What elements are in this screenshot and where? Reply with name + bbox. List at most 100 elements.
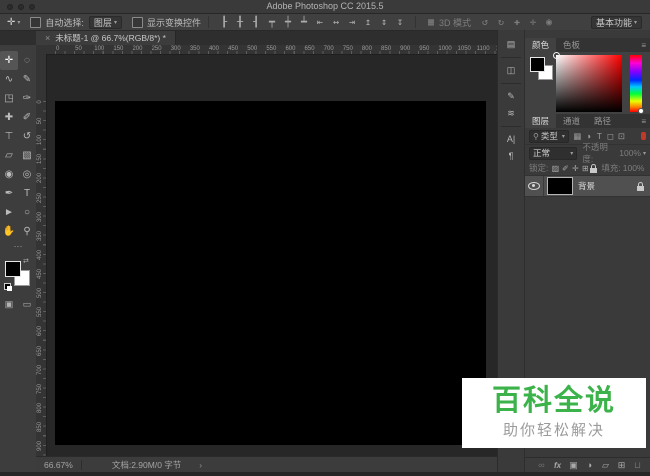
3d-rotate-icon[interactable]: ↺: [477, 17, 493, 28]
layer-row-background[interactable]: 背景: [525, 176, 650, 197]
filter-adjustment-layers-icon[interactable]: ◑: [583, 131, 594, 142]
distribute-right-icon[interactable]: ⇥: [344, 17, 360, 28]
move-tool[interactable]: ✛: [0, 51, 18, 70]
panel-menu-icon[interactable]: ≡: [641, 41, 646, 50]
tab-channels[interactable]: 通道: [556, 114, 587, 128]
tab-swatches[interactable]: 色板: [556, 38, 587, 52]
healing-brush-tool[interactable]: ✚: [0, 108, 18, 127]
shape-tool[interactable]: ○: [18, 203, 36, 222]
character-panel-button[interactable]: A|: [498, 131, 524, 148]
clone-stamp-tool[interactable]: ⊤: [0, 127, 18, 146]
blend-mode-dropdown[interactable]: 正常 ▾: [529, 146, 578, 160]
adjustment-layer-button[interactable]: ◑: [584, 460, 595, 470]
history-brush-tool[interactable]: ↺: [18, 127, 36, 146]
distribute-bottom-icon[interactable]: ↧: [392, 17, 408, 28]
brush-tool[interactable]: ✐: [18, 108, 36, 127]
layer-thumbnail[interactable]: [547, 177, 573, 195]
tab-paths[interactable]: 路径: [587, 114, 618, 128]
horizontal-ruler[interactable]: 0 50 100 150 200 250 300 350 400 450 500 550 600 650 7…: [36, 45, 509, 55]
dodge-tool[interactable]: ◎: [18, 165, 36, 184]
eraser-tool[interactable]: ▱: [0, 146, 18, 165]
type-tool[interactable]: T: [18, 184, 36, 203]
path-selection-tool[interactable]: ►: [0, 203, 18, 222]
hue-slider[interactable]: [630, 55, 644, 114]
lock-pixels-icon[interactable]: ✐: [560, 164, 570, 173]
properties-panel-button[interactable]: ≋: [498, 105, 524, 122]
panel-menu-icon[interactable]: ≡: [641, 117, 646, 126]
zoom-tool[interactable]: ⚲: [18, 222, 36, 241]
screen-mode-button[interactable]: ▭: [18, 297, 36, 311]
align-right-icon[interactable]: ┨: [248, 17, 264, 28]
status-options-chevron-icon[interactable]: ›: [199, 460, 202, 470]
distribute-center-h-icon[interactable]: ↔: [328, 17, 344, 28]
align-top-icon[interactable]: ┯: [264, 17, 280, 28]
zoom-window-button[interactable]: [29, 4, 35, 10]
zoom-level-field[interactable]: 66.67%: [36, 460, 81, 470]
vertical-ruler[interactable]: 0 50 100 150 200 250 300 350 400 450 500 550 600 650 7…: [36, 54, 47, 457]
default-colors-icon[interactable]: [4, 283, 12, 291]
saturation-brightness-field[interactable]: [553, 52, 622, 112]
delete-layer-button[interactable]: ⊔: [632, 460, 643, 471]
lock-position-icon[interactable]: ✛: [570, 164, 580, 173]
add-mask-button[interactable]: ▣: [568, 460, 579, 471]
color-field-marker[interactable]: [553, 52, 560, 59]
minimize-window-button[interactable]: [18, 4, 24, 10]
history-panel-button[interactable]: ▤: [498, 36, 524, 53]
filter-smart-objects-icon[interactable]: ⊡: [616, 131, 627, 142]
filter-type-layers-icon[interactable]: T: [594, 131, 605, 142]
marquee-tool[interactable]: ◌: [18, 51, 36, 70]
swap-colors-icon[interactable]: ⇄: [23, 257, 29, 265]
tab-color[interactable]: 颜色: [525, 38, 557, 52]
link-layers-button[interactable]: ∞: [536, 460, 547, 470]
filter-shape-layers-icon[interactable]: ◻: [605, 131, 616, 142]
opacity-value[interactable]: 100% ▾: [619, 148, 646, 158]
layer-filter-toggle[interactable]: [641, 132, 646, 140]
edit-toolbar-button[interactable]: ⋯: [0, 241, 36, 253]
new-layer-button[interactable]: ⊞: [616, 460, 627, 471]
layer-visibility-cell[interactable]: [525, 176, 544, 196]
distribute-left-icon[interactable]: ⇤: [312, 17, 328, 28]
foreground-color-swatch[interactable]: [530, 57, 545, 72]
3d-scale-icon[interactable]: ◉: [541, 17, 557, 28]
distribute-top-icon[interactable]: ↥: [360, 17, 376, 28]
pen-tool[interactable]: ✒: [0, 184, 18, 203]
show-transform-checkbox[interactable]: [131, 16, 143, 28]
align-center-h-icon[interactable]: ╂: [232, 17, 248, 28]
gradient-tool[interactable]: ▧: [18, 146, 36, 165]
auto-select-checkbox[interactable]: [30, 16, 42, 28]
distribute-center-v-icon[interactable]: ↕: [376, 17, 392, 28]
layer-style-button[interactable]: fx: [552, 461, 563, 470]
3d-drag-icon[interactable]: ✚: [509, 17, 525, 28]
blur-tool[interactable]: ◉: [0, 165, 18, 184]
styles-panel-button[interactable]: ✎: [498, 88, 524, 105]
quick-selection-tool[interactable]: ✎: [18, 70, 36, 89]
layer-filter-type-dropdown[interactable]: ⚲ 类型 ▾: [529, 129, 569, 143]
document-canvas[interactable]: [55, 101, 486, 445]
foreground-color-swatch[interactable]: [5, 261, 21, 277]
close-tab-icon[interactable]: ×: [45, 33, 50, 43]
quick-mask-button[interactable]: ▣: [0, 297, 18, 311]
hand-tool[interactable]: ✋: [0, 222, 18, 241]
lock-artboard-icon[interactable]: ⊞: [580, 164, 590, 173]
fill-value[interactable]: 100%: [623, 163, 645, 173]
3d-slide-icon[interactable]: ✛: [525, 17, 541, 28]
lock-all-icon[interactable]: [590, 163, 598, 173]
lasso-tool[interactable]: ∿: [0, 70, 18, 89]
libraries-panel-button[interactable]: ◫: [498, 62, 524, 79]
tab-layers[interactable]: 图层: [525, 114, 557, 128]
paragraph-panel-button[interactable]: ¶: [498, 148, 524, 165]
3d-roll-icon[interactable]: ↻: [493, 17, 509, 28]
close-window-button[interactable]: [7, 4, 13, 10]
new-group-button[interactable]: ▱: [600, 460, 611, 471]
align-center-v-icon[interactable]: ┿: [280, 17, 296, 28]
crop-tool[interactable]: ◳: [0, 89, 18, 108]
tool-preset-caret-icon[interactable]: ▾: [17, 19, 20, 26]
eyedropper-tool[interactable]: ✑: [18, 89, 36, 108]
filter-pixel-layers-icon[interactable]: ▦: [572, 131, 583, 142]
align-bottom-icon[interactable]: ┷: [296, 17, 312, 28]
align-left-icon[interactable]: ┠: [216, 17, 232, 28]
auto-select-dropdown[interactable]: 图层 ▾: [88, 15, 122, 29]
distribute-spacing-icon[interactable]: ▦: [423, 17, 439, 28]
document-tab[interactable]: × 未标题-1 @ 66.7%(RGB/8*) *: [36, 31, 176, 45]
lock-transparent-icon[interactable]: ▨: [550, 164, 560, 173]
